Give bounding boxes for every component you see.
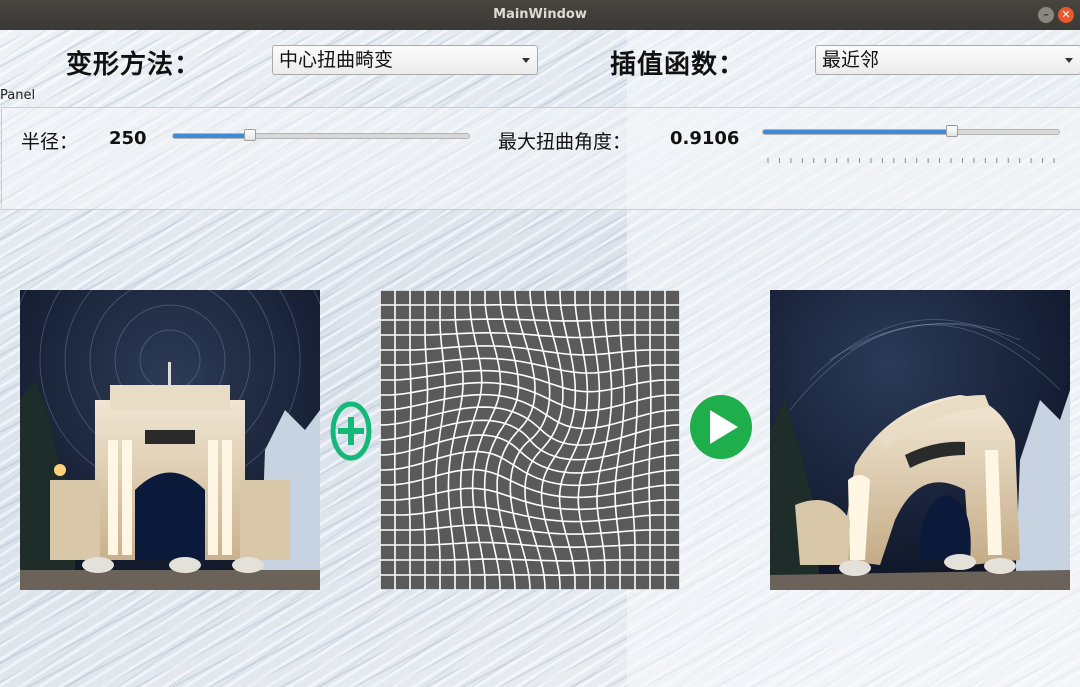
warped-grid-image	[380, 290, 680, 590]
radius-slider-fill	[173, 134, 250, 138]
chevron-down-icon	[1065, 58, 1073, 63]
radius-value: 250	[109, 128, 147, 149]
angle-label: 最大扭曲角度：	[498, 131, 632, 153]
source-photo	[20, 290, 320, 590]
title-bar: MainWindow – ✕	[0, 0, 1080, 30]
panel-title: Panel	[0, 88, 36, 103]
angle-slider[interactable]	[762, 125, 1060, 137]
interp-label: 插值函数：	[610, 50, 746, 80]
radius-slider[interactable]	[172, 129, 470, 141]
angle-slider-fill	[763, 130, 953, 134]
result-photo	[770, 290, 1070, 590]
angle-slider-handle[interactable]	[946, 125, 959, 137]
interp-combobox[interactable]: 最近邻	[815, 45, 1080, 75]
method-combobox-value: 中心扭曲畸变	[279, 49, 394, 71]
chevron-down-icon	[522, 58, 530, 63]
method-combobox[interactable]: 中心扭曲畸变	[272, 45, 538, 75]
interp-combobox-value: 最近邻	[822, 49, 880, 71]
play-icon	[689, 394, 753, 464]
angle-slider-ticks	[767, 158, 1055, 163]
angle-value: 0.9106	[670, 128, 740, 149]
plus-circle-icon	[330, 400, 372, 466]
window-title: MainWindow	[493, 7, 587, 22]
close-button[interactable]: ✕	[1058, 7, 1074, 23]
radius-slider-handle[interactable]	[243, 129, 256, 141]
minimize-button[interactable]: –	[1038, 7, 1054, 23]
method-label: 变形方法：	[66, 50, 202, 80]
radius-label: 半径：	[21, 131, 79, 153]
